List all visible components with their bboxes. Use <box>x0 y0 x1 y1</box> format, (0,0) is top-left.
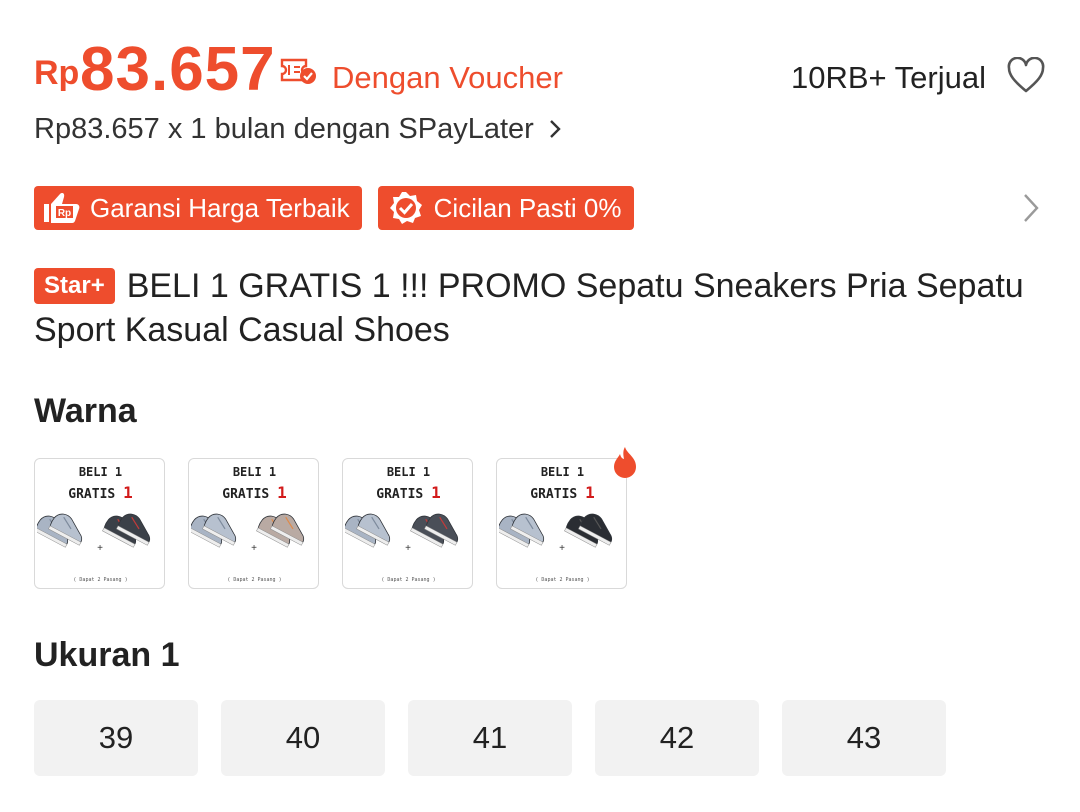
variant-footer: ( Dapat 2 Pasang ) <box>535 577 590 583</box>
sold-count: 10RB+ Terjual <box>790 60 986 95</box>
size-list: 39 40 41 42 43 <box>34 700 946 776</box>
size-option[interactable]: 43 <box>782 700 946 776</box>
product-title-text: BELI 1 GRATIS 1 !!! PROMO Sepatu Sneaker… <box>34 267 1024 349</box>
svg-text:+: + <box>97 543 103 554</box>
size-section-label: Ukuran 1 <box>34 636 180 674</box>
svg-text:+: + <box>405 543 411 554</box>
size-option[interactable]: 41 <box>408 700 572 776</box>
check-badge-icon <box>389 192 422 224</box>
svg-text:Rp: Rp <box>58 208 71 219</box>
variant-option[interactable]: BELI 1 GRATIS 1 + ( Dapat 2 Pasang ) <box>188 458 319 589</box>
shoe-pair-image: + <box>345 513 459 554</box>
price-currency: Rp <box>34 54 80 92</box>
price-row: Rp 83.657 Dengan Voucher 10RB+ Terjual <box>34 30 1046 104</box>
size-option[interactable]: 42 <box>595 700 759 776</box>
size-option[interactable]: 40 <box>221 700 385 776</box>
star-plus-badge: Star+ <box>34 268 115 304</box>
price-guarantee-icon: Rp <box>44 193 80 223</box>
fire-icon <box>614 447 636 478</box>
variant-option[interactable]: BELI 1 GRATIS 1 + ( Dapat 2 Pasang ) <box>342 458 473 589</box>
price-value: 83.657 <box>80 35 276 104</box>
svg-text:+: + <box>251 543 257 554</box>
variant-list: BELI 1 GRATIS 1 + ( Dapat 2 Pasang ) BEL… <box>34 447 636 589</box>
size-option[interactable]: 39 <box>34 700 198 776</box>
installment-label: Cicilan Pasti 0% <box>433 192 622 223</box>
paylater-text: Rp83.657 x 1 bulan dengan SPayLater <box>34 112 534 145</box>
installment-badge[interactable]: Cicilan Pasti 0% <box>377 186 634 230</box>
voucher-icon <box>280 58 316 84</box>
price-guarantee-label: Garansi Harga Terbaik <box>90 192 350 223</box>
svg-text:+: + <box>559 543 565 554</box>
shoe-pair-image: + <box>191 513 305 554</box>
variant-footer: ( Dapat 2 Pasang ) <box>227 577 282 583</box>
variant-option[interactable]: BELI 1 GRATIS 1 + ( Dapat 2 Pasang ) <box>34 458 165 589</box>
shoe-pair-image: + <box>499 513 613 554</box>
heart-icon[interactable] <box>1006 57 1046 95</box>
variant-footer: ( Dapat 2 Pasang ) <box>73 577 128 583</box>
variant-option[interactable]: BELI 1 GRATIS 1 + ( Dapat 2 Pasang ) <box>496 447 636 589</box>
shoe-pair-image: + <box>37 513 151 554</box>
variant-section-label: Warna <box>34 392 137 430</box>
variant-footer: ( Dapat 2 Pasang ) <box>381 577 436 583</box>
voucher-label: Dengan Voucher <box>332 60 563 95</box>
paylater-link[interactable]: Rp83.657 x 1 bulan dengan SPayLater <box>34 112 562 146</box>
chevron-right-icon[interactable] <box>1022 192 1040 224</box>
product-title: Star+ BELI 1 GRATIS 1 !!! PROMO Sepatu Sn… <box>34 264 1024 352</box>
price-guarantee-badge[interactable]: Rp Garansi Harga Terbaik <box>34 186 362 230</box>
chevron-right-icon <box>549 120 561 138</box>
badge-row[interactable]: Rp Garansi Harga Terbaik Cicilan Pasti 0… <box>34 186 634 230</box>
